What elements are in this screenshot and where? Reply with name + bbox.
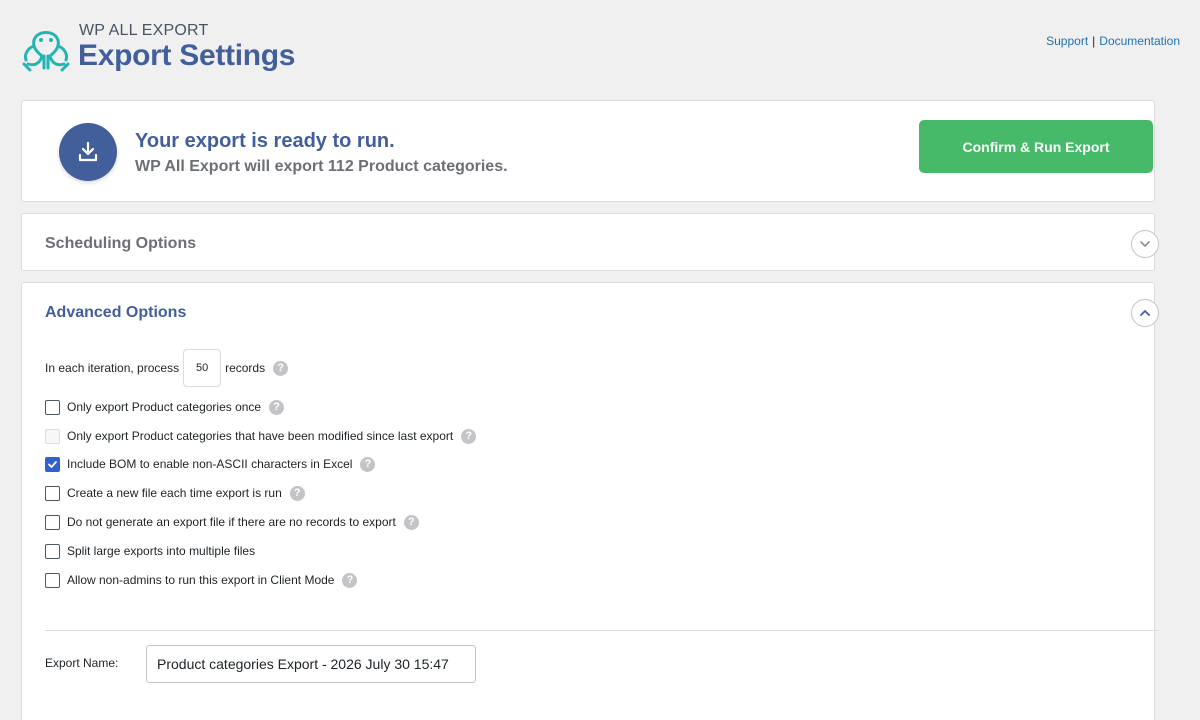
- chevron-up-icon[interactable]: [1131, 299, 1159, 327]
- include-bom-checkbox[interactable]: [45, 456, 60, 472]
- no-file-if-empty-checkbox[interactable]: [45, 514, 60, 530]
- option-label: Include BOM to enable non-ASCII characte…: [67, 457, 353, 471]
- export-name-input[interactable]: [146, 645, 476, 683]
- advanced-options-title[interactable]: Advanced Options: [45, 304, 186, 322]
- new-file-each-run-checkbox[interactable]: [45, 485, 60, 501]
- scheduling-options-title[interactable]: Scheduling Options: [45, 235, 196, 253]
- client-mode-checkbox[interactable]: [45, 572, 60, 588]
- advanced-options-section: Advanced Options In each iteration, proc…: [21, 282, 1159, 720]
- option-new-file-each-run[interactable]: Create a new file each time export is ru…: [45, 484, 305, 502]
- option-label: Only export Product categories once: [67, 400, 262, 414]
- header-links: Support | Documentation: [1046, 34, 1180, 48]
- question-mark-icon[interactable]: ?: [360, 456, 376, 472]
- page-header: WP ALL EXPORT Export Settings Support | Do…: [20, 18, 1180, 82]
- section-divider: [45, 630, 1159, 631]
- modified-since-last-checkbox: [45, 428, 60, 444]
- option-label: Split large exports into multiple files: [67, 544, 256, 558]
- question-mark-icon[interactable]: ?: [289, 485, 305, 501]
- option-include-bom[interactable]: Include BOM to enable non-ASCII characte…: [45, 455, 376, 473]
- chevron-down-icon[interactable]: [1131, 230, 1159, 258]
- option-label: Create a new file each time export is ru…: [67, 486, 282, 500]
- export-name-label: Export Name:: [45, 656, 119, 670]
- records-per-iteration-input[interactable]: [183, 349, 222, 387]
- checkmark-icon: [48, 460, 57, 468]
- question-mark-icon[interactable]: ?: [273, 360, 289, 376]
- option-label: Only export Product categories that have…: [67, 429, 454, 443]
- brand-subtitle: WP ALL EXPORT: [79, 22, 209, 39]
- export-once-checkbox[interactable]: [45, 399, 60, 415]
- link-separator: |: [1092, 34, 1096, 48]
- option-label: Do not generate an export file if there …: [67, 515, 396, 529]
- page-title: Export Settings: [78, 39, 296, 72]
- question-mark-icon[interactable]: ?: [269, 399, 285, 415]
- option-no-file-if-empty[interactable]: Do not generate an export file if there …: [45, 513, 419, 531]
- option-export-once[interactable]: Only export Product categories once ?: [45, 398, 285, 416]
- option-client-mode[interactable]: Allow non-admins to run this export in C…: [45, 571, 358, 589]
- confirm-run-export-button[interactable]: Confirm & Run Export: [919, 120, 1153, 173]
- octopus-logo-icon: [22, 31, 70, 72]
- documentation-link[interactable]: Documentation: [1099, 34, 1180, 48]
- download-tray-icon: [59, 123, 117, 181]
- support-link[interactable]: Support: [1046, 34, 1088, 48]
- question-mark-icon[interactable]: ?: [342, 572, 358, 588]
- ready-subtitle: WP All Export will export 112 Product ca…: [135, 158, 508, 175]
- option-modified-since-last: Only export Product categories that have…: [45, 427, 477, 445]
- split-large-exports-checkbox[interactable]: [45, 543, 60, 559]
- export-ready-panel: Your export is ready to run. WP All Expo…: [21, 100, 1155, 202]
- iteration-row: In each iteration, process records ?: [45, 349, 289, 387]
- question-mark-icon[interactable]: ?: [403, 514, 419, 530]
- iteration-suffix: records: [225, 361, 266, 375]
- option-split-large-exports[interactable]: Split large exports into multiple files: [45, 542, 255, 560]
- question-mark-icon[interactable]: ?: [461, 428, 477, 444]
- iteration-prefix: In each iteration, process: [45, 361, 180, 375]
- ready-title: Your export is ready to run.: [135, 130, 395, 152]
- option-label: Allow non-admins to run this export in C…: [67, 573, 335, 587]
- scheduling-options-section[interactable]: Scheduling Options: [21, 213, 1159, 271]
